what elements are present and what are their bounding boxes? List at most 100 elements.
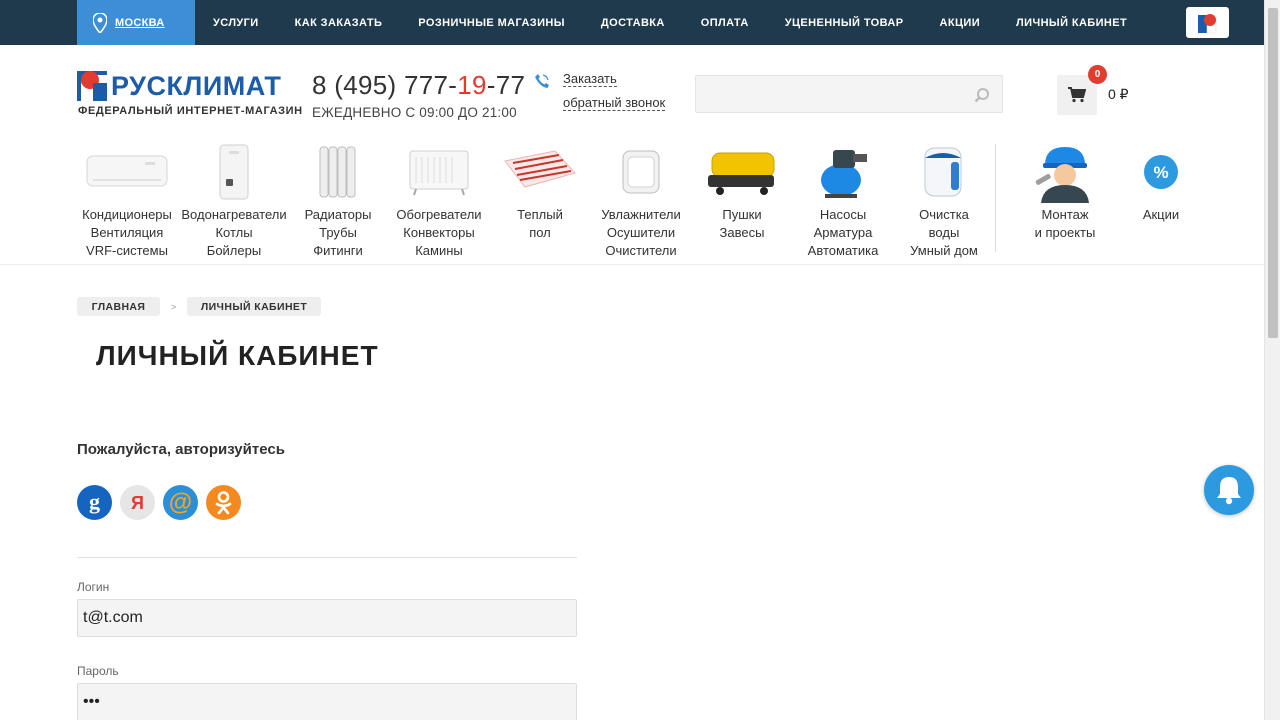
convector-heater-icon [409,150,469,196]
category-label: Арматура [813,225,873,240]
category-menu: Кондиционеры Вентиляция VRF-системы Водона… [77,140,1202,265]
category-pumps[interactable]: Насосы Арматура Автоматика [791,140,895,260]
category-label: Акции [1142,207,1180,222]
main-menu: УСЛУГИ КАК ЗАКАЗАТЬ РОЗНИЧНЫЕ МАГАЗИНЫ Д… [195,0,1145,45]
google-icon: g [89,489,100,514]
floor-heating-mat-icon [504,150,576,188]
cart-total[interactable]: 0 ₽ [1108,86,1129,103]
breadcrumb-current: ЛИЧНЫЙ КАБИНЕТ [187,297,321,316]
category-label: Фитинги [313,243,363,258]
menu-item-account[interactable]: ЛИЧНЫЙ КАБИНЕТ [1016,17,1127,29]
category-label: Котлы [215,225,253,240]
phone-part: -77 [486,70,526,100]
header-divider [0,264,1264,265]
category-heaters[interactable]: Обогреватели Конвекторы Камины [387,140,491,260]
category-promotions[interactable]: % Акции [1109,140,1213,224]
category-floor-heating[interactable]: Теплый пол [488,140,592,242]
water-filter-icon [924,147,962,197]
category-label: Пушки [722,207,762,222]
category-label: Трубы [319,225,357,240]
site-logo[interactable]: РУСКЛИМАТ ФЕДЕРАЛЬНЫЙ ИНТЕРНЕТ-МАГАЗИН [77,69,302,121]
category-label: Осушители [606,225,676,240]
search-icon[interactable] [974,87,990,103]
page-scrollbar[interactable] [1264,0,1280,720]
svg-text:%: % [1153,163,1168,182]
social-login-yandex[interactable]: Я [120,485,155,520]
category-label: Автоматика [807,243,879,258]
category-radiators[interactable]: Радиаторы Трубы Фитинги [286,140,390,260]
bell-icon [1217,477,1241,505]
category-divider [995,144,996,252]
brand-flag-icon [1197,13,1216,33]
password-field[interactable] [77,683,577,720]
page-title: ЛИЧНЫЙ КАБИНЕТ [96,340,379,371]
callback-link-line1[interactable]: Заказать [563,71,617,87]
category-label: Очистка [919,207,969,222]
category-label: Увлажнители [601,207,681,222]
category-humidifiers[interactable]: Увлажнители Осушители Очистители [589,140,693,260]
phone-part: 8 (495) 777- [312,70,458,100]
social-login-odnoklassniki[interactable] [206,485,241,520]
category-label: Вентиляция [90,225,164,240]
menu-item-delivery[interactable]: ДОСТАВКА [601,17,665,29]
top-navigation-bar: МОСКВА УСЛУГИ КАК ЗАКАЗАТЬ РОЗНИЧНЫЕ МАГ… [0,0,1264,45]
menu-item-services[interactable]: УСЛУГИ [213,17,259,29]
city-name: МОСКВА [115,16,165,29]
search-input[interactable] [695,75,1003,113]
scrollbar-thumb[interactable] [1268,8,1278,338]
password-label: Пароль [77,664,119,678]
water-pump-icon [821,150,867,198]
humidifier-icon [622,150,660,194]
installer-worker-icon [1035,147,1089,203]
category-label: Теплый [517,207,563,222]
svg-text:@: @ [169,489,192,516]
logo-mark-icon [77,71,107,101]
cart-count-badge: 0 [1088,65,1107,84]
radiator-icon [319,146,356,198]
category-label: Водонагреватели [181,207,287,222]
page: МОСКВА УСЛУГИ КАК ЗАКАЗАТЬ РОЗНИЧНЫЕ МАГ… [0,0,1280,720]
menu-item-payment[interactable]: ОПЛАТА [701,17,749,29]
category-label: VRF-системы [86,243,168,258]
social-login-google[interactable]: g [77,485,112,520]
category-heat-guns[interactable]: Пушки Завесы [690,140,794,242]
category-label: Бойлеры [206,243,262,258]
category-label: Очистители [605,243,677,258]
category-label: воды [928,225,960,240]
category-installation[interactable]: Монтаж и проекты [1013,140,1117,242]
phone-number[interactable]: 8 (495) 777-19-77 [312,70,525,101]
category-label: Кондиционеры [82,207,172,222]
breadcrumb-home[interactable]: ГЛАВНАЯ [77,297,160,316]
phone-part-highlight: 19 [457,70,487,100]
callback-link-line2[interactable]: обратный звонок [563,95,666,111]
category-water-heaters[interactable]: Водонагреватели Котлы Бойлеры [179,140,289,260]
category-label: Конвекторы [403,225,475,240]
city-selector[interactable]: МОСКВА [77,0,195,45]
location-pin-icon [93,12,107,33]
notification-bell-button[interactable] [1204,465,1254,515]
cart-icon [1068,87,1086,103]
brand-badge-button[interactable] [1186,7,1229,38]
category-label: и проекты [1034,225,1096,240]
working-hours: ЕЖЕДНЕВНО С 09:00 ДО 21:00 [312,105,517,120]
menu-item-retail-stores[interactable]: РОЗНИЧНЫЕ МАГАЗИНЫ [418,17,565,29]
form-divider [77,557,577,558]
category-water-treatment[interactable]: Очистка воды Умный дом [892,140,996,260]
menu-item-how-to-order[interactable]: КАК ЗАКАЗАТЬ [295,17,383,29]
mailru-icon: @ [169,489,192,516]
svg-text:Я: Я [131,493,144,513]
yandex-icon: Я [131,493,144,513]
menu-item-promotions[interactable]: АКЦИИ [940,17,981,29]
menu-item-discounted[interactable]: УЦЕНЕННЫЙ ТОВАР [785,17,904,29]
social-login-mailru[interactable]: @ [163,485,198,520]
category-label: Камины [415,243,463,258]
air-conditioner-icon [86,155,168,187]
login-field[interactable] [77,599,577,637]
water-heater-icon [219,144,249,200]
breadcrumb-separator: > [171,302,177,312]
login-label: Логин [77,580,110,594]
logo-title: РУСКЛИМАТ [111,71,282,101]
category-label: пол [529,225,551,240]
category-air-conditioners[interactable]: Кондиционеры Вентиляция VRF-системы [62,140,192,260]
category-label: Умный дом [910,243,978,258]
